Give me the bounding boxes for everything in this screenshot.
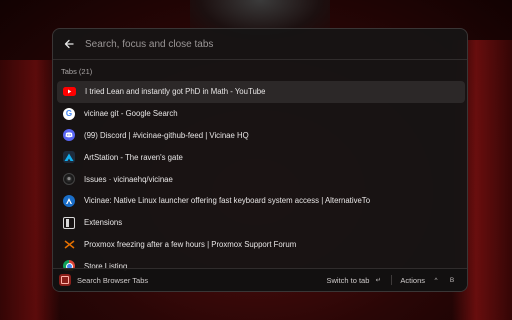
search-input[interactable] [83, 33, 467, 55]
list-item[interactable]: Vicinae: Native Linux launcher offering … [57, 190, 465, 212]
command-title: Search Browser Tabs [77, 275, 149, 285]
tab-title: I tried Lean and instantly got PhD in Ma… [85, 87, 266, 97]
tab-title: Extensions [84, 218, 123, 228]
list-item[interactable]: Proxmox freezing after a few hours | Pro… [57, 234, 465, 256]
google-icon: G [63, 107, 75, 120]
footer-command: Search Browser Tabs [59, 274, 148, 286]
tab-title: (99) Discord | #vicinae-github-feed | Vi… [84, 130, 249, 140]
artstation-icon [63, 151, 75, 164]
b-key: B [449, 276, 455, 284]
actions-button[interactable]: Actions ^ B [400, 275, 457, 285]
extensions-icon [63, 216, 75, 229]
search-bar [53, 29, 467, 60]
ctrl-key-icon: ^ [434, 276, 438, 284]
list-item[interactable]: Extensions [57, 212, 465, 234]
arrow-left-icon [64, 39, 74, 49]
browser-extension-icon [59, 274, 71, 286]
footer-bar: Search Browser Tabs Switch to tab ↵ Acti… [53, 268, 467, 291]
github-icon [63, 173, 75, 186]
footer-actions: Switch to tab ↵ Actions ^ B [326, 275, 457, 285]
tab-list: I tried Lean and instantly got PhD in Ma… [57, 81, 465, 271]
back-button[interactable] [61, 36, 77, 52]
list-item[interactable]: Issues · vicinaehq/vicinae [57, 168, 465, 190]
alternativeto-icon [63, 194, 75, 207]
list-item[interactable]: ArtStation - The raven's gate [57, 146, 465, 168]
list-item[interactable]: G vicinae git - Google Search [57, 103, 465, 125]
discord-icon [63, 129, 75, 142]
actions-label: Actions [400, 275, 425, 285]
youtube-icon [63, 87, 76, 97]
launcher-window: Tabs (21) I tried Lean and instantly got… [52, 28, 468, 292]
section-title: Tabs (21) [61, 67, 93, 76]
tab-title: Issues · vicinaehq/vicinae [84, 174, 173, 184]
switch-to-tab-label: Switch to tab [326, 275, 370, 285]
proxmox-icon [63, 238, 75, 250]
tab-title: vicinae git - Google Search [84, 109, 178, 119]
list-item[interactable]: (99) Discord | #vicinae-github-feed | Vi… [57, 125, 465, 147]
tab-title: ArtStation - The raven's gate [84, 152, 183, 162]
switch-to-tab-button[interactable]: Switch to tab ↵ [326, 275, 383, 285]
list-item[interactable]: I tried Lean and instantly got PhD in Ma… [57, 81, 465, 103]
tab-title: Vicinae: Native Linux launcher offering … [84, 196, 371, 206]
tab-title: Proxmox freezing after a few hours | Pro… [84, 239, 297, 249]
enter-key-icon: ↵ [375, 277, 382, 284]
footer-divider [391, 275, 393, 285]
background-left [0, 60, 60, 320]
